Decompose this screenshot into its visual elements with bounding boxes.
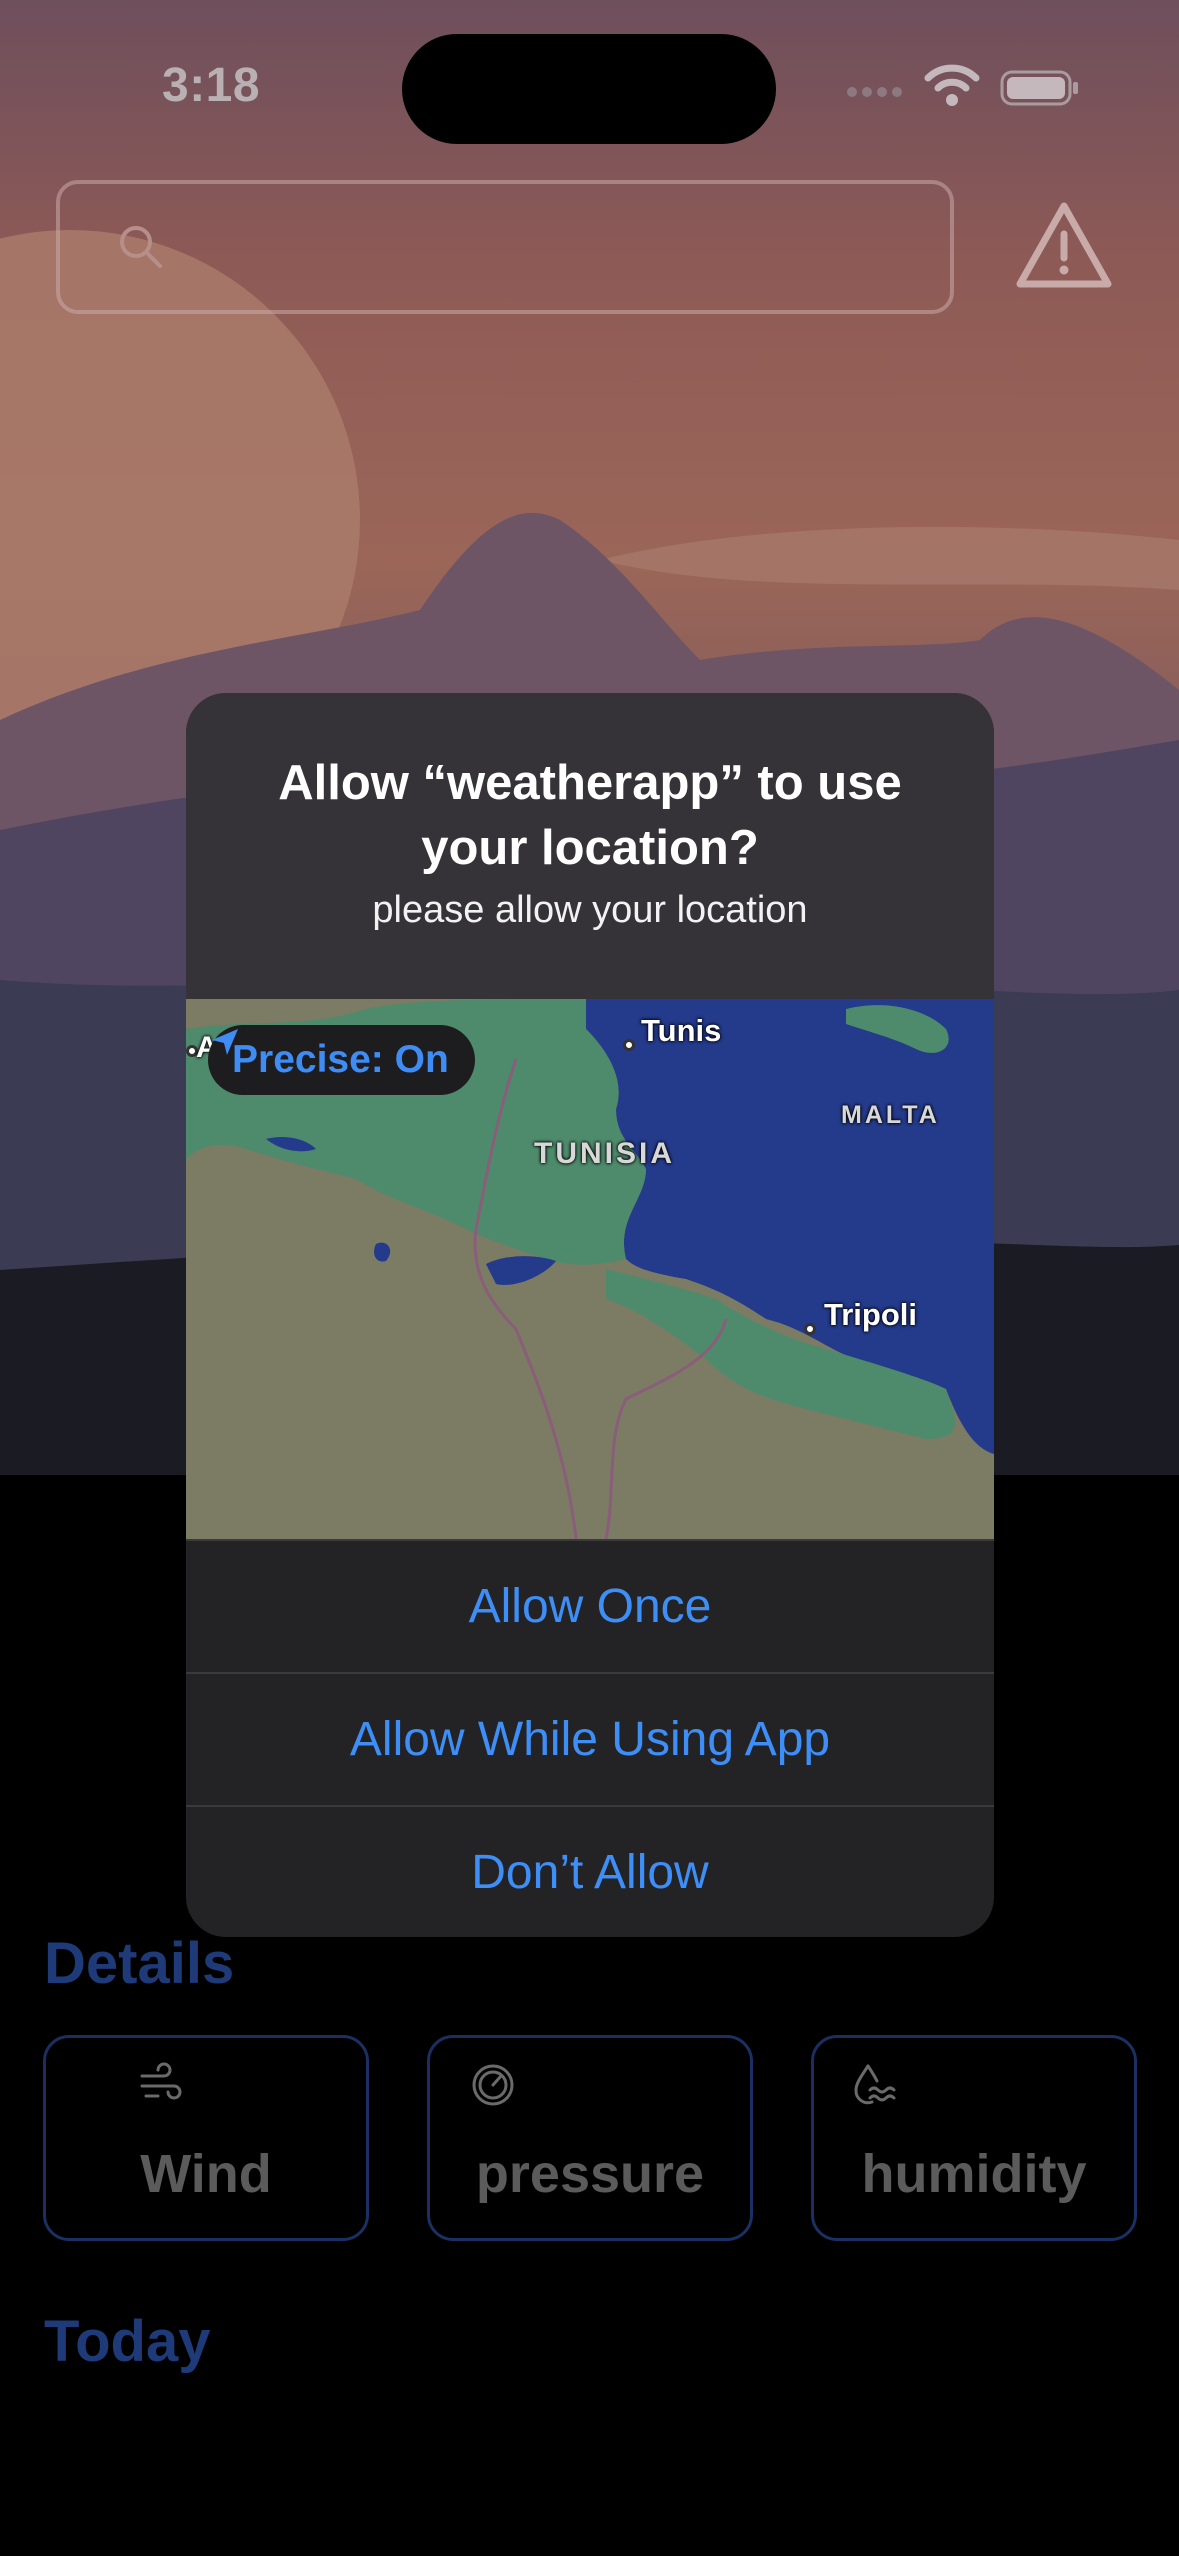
- precise-location-toggle[interactable]: Precise: On: [208, 1025, 475, 1095]
- dialog-message: please allow your location: [372, 889, 808, 931]
- map-label-tunisia: TUNISIA: [534, 1137, 675, 1170]
- city-dot: [623, 1039, 635, 1051]
- precise-label: Precise: On: [232, 1038, 449, 1081]
- map-label-tunis: Tunis: [641, 1013, 722, 1048]
- map-label-tripoli: Tripoli: [824, 1297, 917, 1332]
- location-map: Al Tunis TUNISIA MALTA Tripoli Precise: …: [186, 999, 994, 1539]
- dialog-header: Allow “weatherapp” to use your location?…: [186, 693, 994, 999]
- allow-while-using-button[interactable]: Allow While Using App: [186, 1672, 994, 1804]
- location-permission-dialog: Allow “weatherapp” to use your location?…: [186, 693, 994, 1937]
- allow-once-button[interactable]: Allow Once: [186, 1539, 994, 1671]
- location-arrow-icon: [212, 1029, 238, 1055]
- dialog-title: Allow “weatherapp” to use your location?: [278, 756, 902, 875]
- city-dot: [804, 1323, 816, 1335]
- dont-allow-button[interactable]: Don’t Allow: [186, 1805, 994, 1937]
- map-label-malta: MALTA: [841, 1101, 940, 1129]
